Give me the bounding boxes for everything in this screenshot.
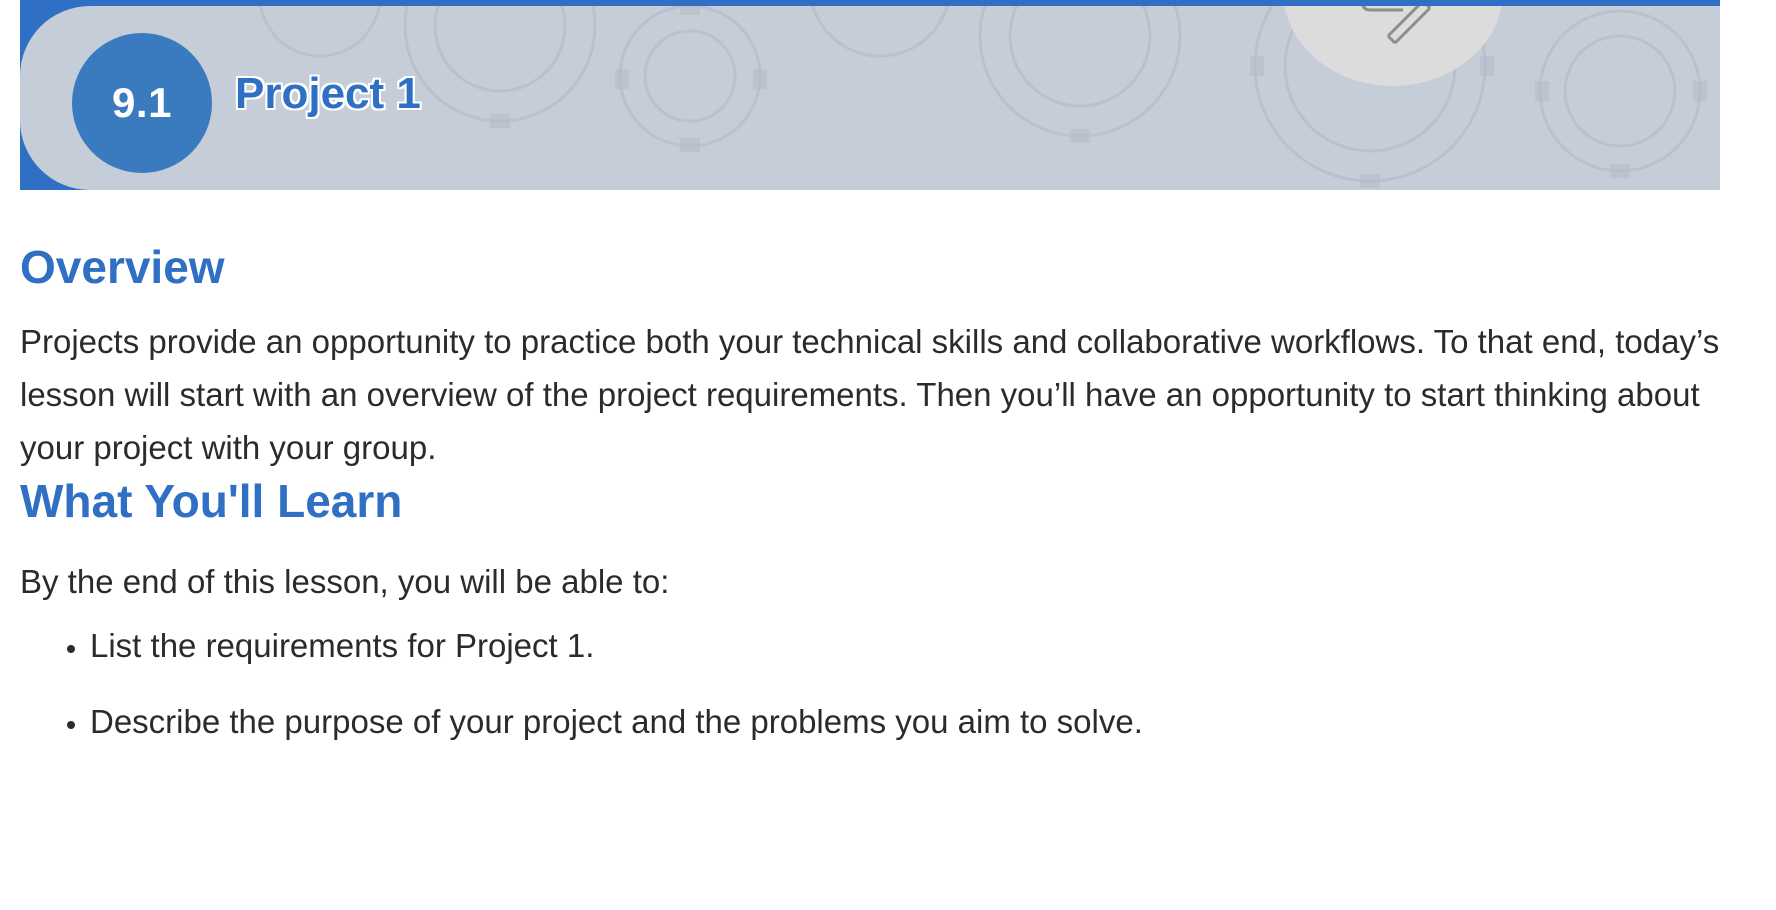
lesson-banner: 9.1 Project 1	[20, 0, 1720, 190]
overview-heading: Overview	[20, 241, 225, 293]
wrench-icon	[1361, 6, 1432, 45]
learn-heading: What You'll Learn	[20, 475, 403, 528]
objectives-list: List the requirements for Project 1. Des…	[20, 624, 1730, 744]
learn-intro: By the end of this lesson, you will be a…	[20, 563, 670, 601]
lesson-content: Overview Projects provide an opportunity…	[20, 240, 1730, 776]
lesson-page: 9.1 Project 1 Overview Projects provide …	[0, 0, 1776, 910]
list-item: List the requirements for Project 1.	[90, 624, 1730, 668]
page-title: Project 1	[235, 69, 421, 118]
banner-panel: 9.1 Project 1	[20, 6, 1720, 190]
list-item: Describe the purpose of your project and…	[90, 700, 1730, 744]
lesson-number-badge: 9.1	[72, 33, 212, 173]
overview-paragraph: Projects provide an opportunity to pract…	[20, 323, 1720, 467]
